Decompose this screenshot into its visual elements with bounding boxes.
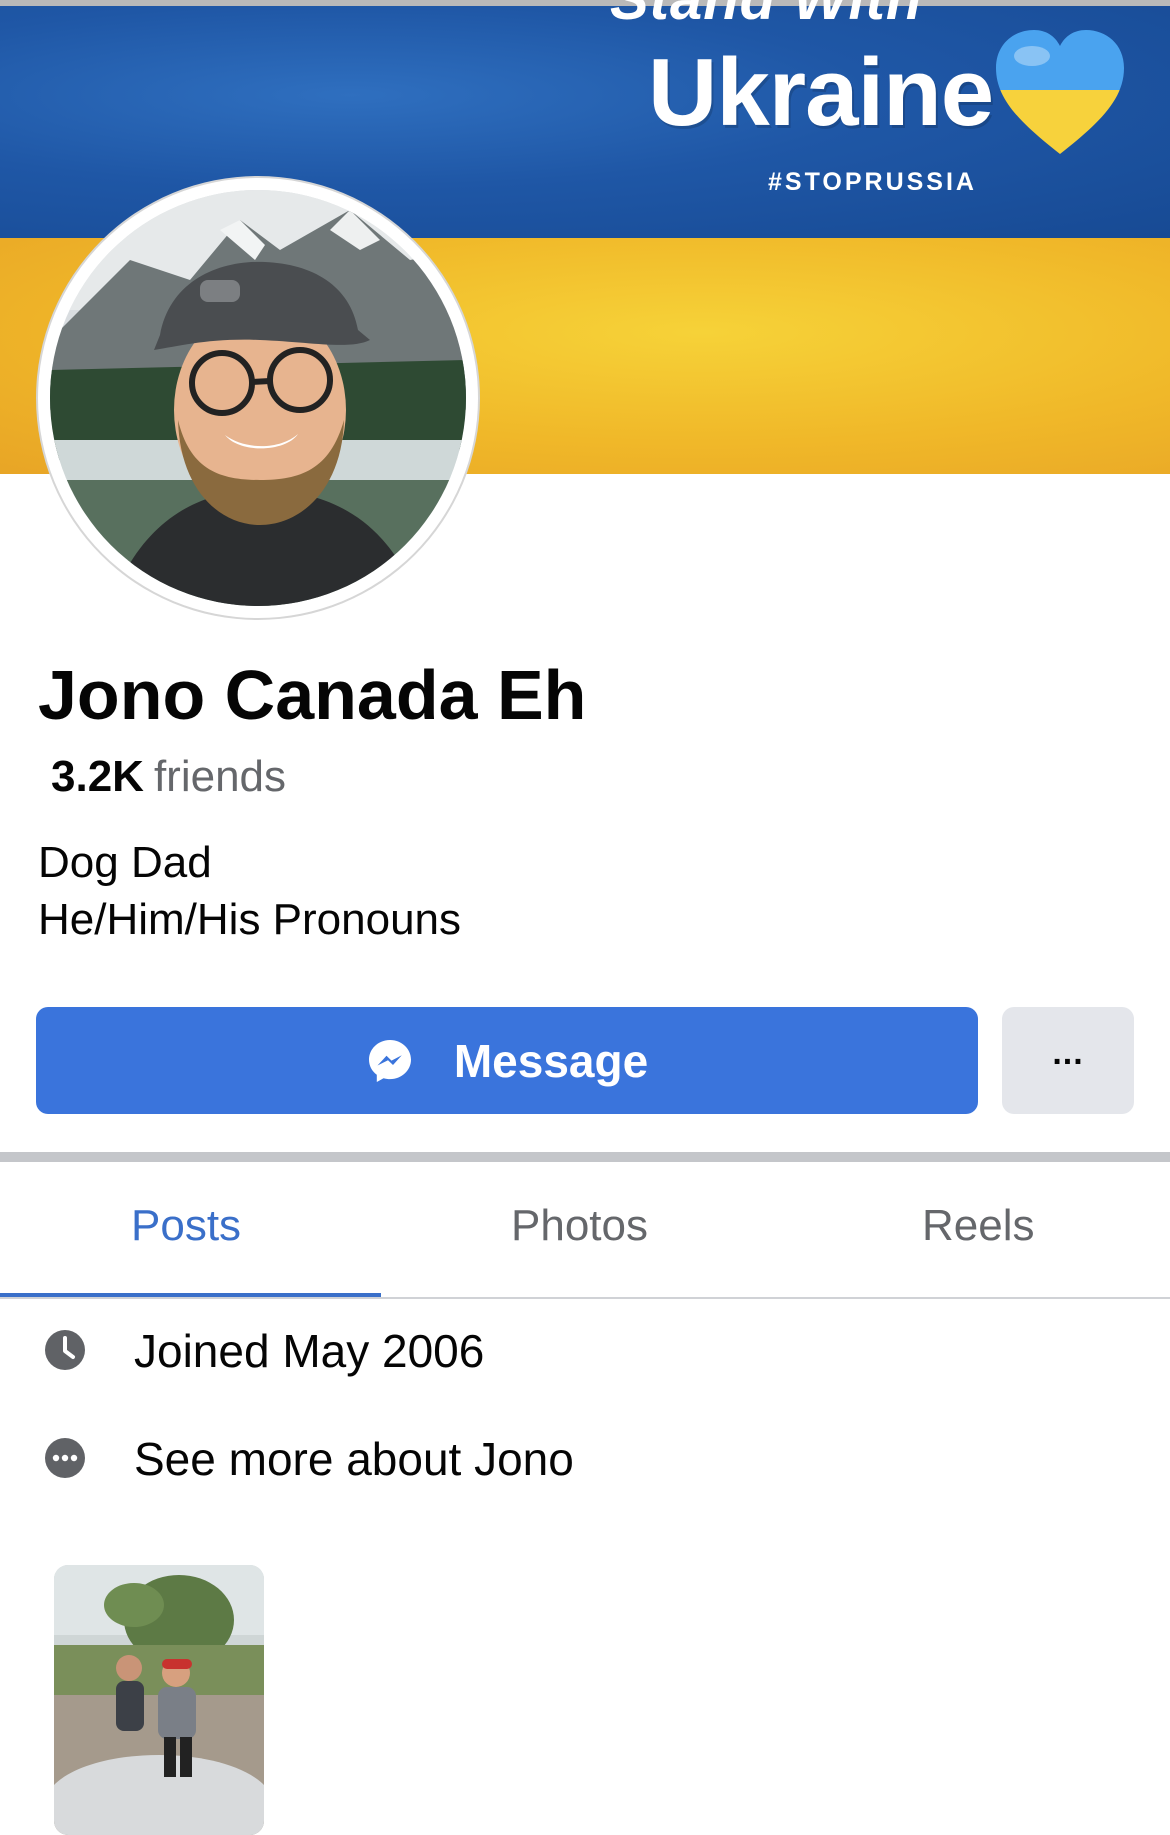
tab-photos[interactable]: Photos <box>511 1201 648 1251</box>
avatar-photo <box>50 190 466 606</box>
bio-line: He/Him/His Pronouns <box>38 895 462 944</box>
avatar-ring <box>38 178 478 618</box>
profile-tabs: Posts Photos Reels <box>0 1163 1170 1299</box>
cover-slogan: Stand With <box>610 0 922 33</box>
tab-reels[interactable]: Reels <box>922 1201 1035 1251</box>
cover-hashtag: #STOPRUSSIA <box>768 168 977 196</box>
heart-icon <box>996 30 1124 154</box>
friends-label: friends <box>153 752 287 801</box>
message-button-label: Message <box>453 1034 649 1087</box>
clock-icon <box>45 1330 85 1370</box>
more-dots-icon <box>45 1438 85 1478</box>
bio-line: Dog Dad <box>38 838 212 887</box>
see-more-about-row[interactable]: See more about Jono <box>0 1418 1170 1498</box>
joined-date-text: Joined May 2006 <box>134 1325 485 1377</box>
tabs-divider <box>0 1297 1170 1299</box>
more-options-button[interactable]: ... <box>1002 1007 1134 1114</box>
status-bar-edge <box>0 0 1170 6</box>
cover-country-text: Ukraine <box>648 39 994 146</box>
profile-bio: Dog Dad He/Him/His Pronouns <box>38 834 461 948</box>
joined-row: Joined May 2006 <box>0 1310 1170 1390</box>
featured-photo[interactable] <box>54 1565 264 1835</box>
friends-count-value: 3.2K <box>51 752 144 801</box>
see-more-about-text: See more about Jono <box>134 1433 574 1485</box>
tab-posts[interactable]: Posts <box>131 1201 241 1251</box>
more-options-icon: ... <box>1052 1034 1084 1072</box>
featured-photo-image <box>54 1565 264 1835</box>
avatar[interactable] <box>50 190 466 606</box>
friends-count[interactable]: 3.2K friends <box>51 752 286 802</box>
profile-name: Jono Canada Eh <box>38 656 587 734</box>
section-divider <box>0 1152 1170 1162</box>
message-button[interactable]: Message <box>36 1007 978 1114</box>
messenger-icon <box>368 1039 411 1082</box>
